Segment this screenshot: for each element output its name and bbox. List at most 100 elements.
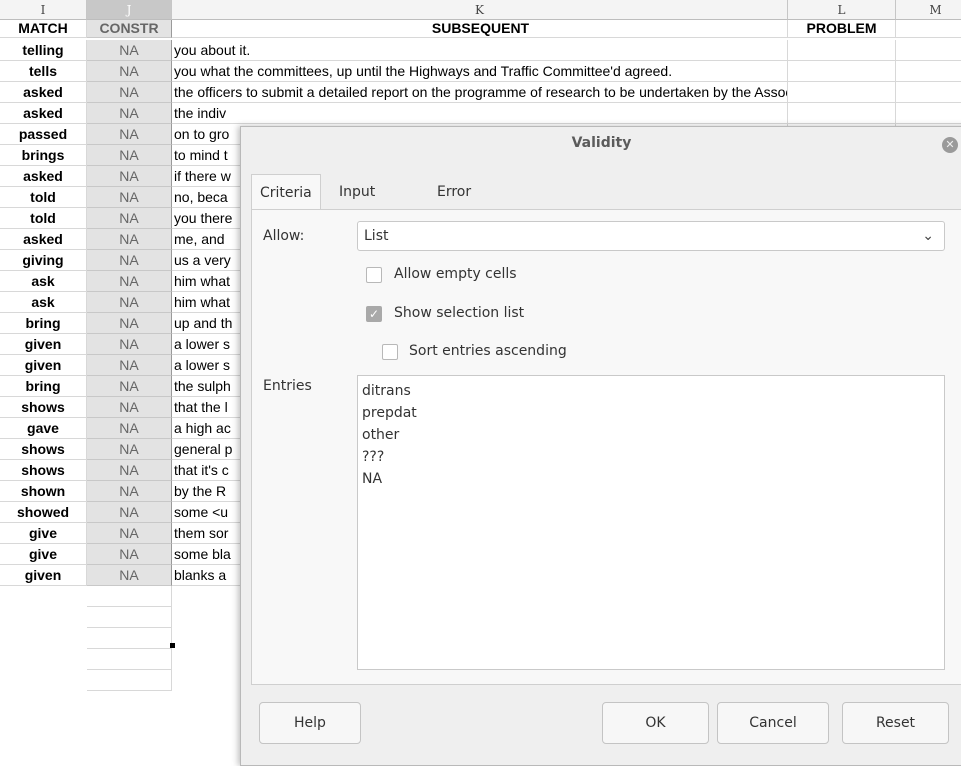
cell-constr[interactable]: NA — [87, 82, 172, 103]
cell-match[interactable]: brings — [0, 145, 87, 166]
cell-constr[interactable]: NA — [87, 544, 172, 565]
cell-empty[interactable] — [0, 649, 87, 670]
cell-subsequent[interactable]: you what the committees, up until the Hi… — [172, 61, 788, 82]
cell-constr[interactable]: NA — [87, 460, 172, 481]
cell-empty[interactable] — [87, 607, 172, 628]
ok-button[interactable]: OK — [602, 702, 709, 744]
cell-match[interactable]: passed — [0, 124, 87, 145]
help-button[interactable]: Help — [259, 702, 361, 744]
cell-match[interactable]: shown — [0, 481, 87, 502]
cell-match[interactable]: given — [0, 565, 87, 586]
cell-constr[interactable]: NA — [87, 208, 172, 229]
cell-match[interactable]: giving — [0, 250, 87, 271]
cell-constr[interactable]: NA — [87, 376, 172, 397]
tab-input-help[interactable]: Input Help — [339, 174, 375, 236]
cell-empty[interactable] — [0, 628, 87, 649]
cell-constr[interactable]: NA — [87, 418, 172, 439]
cell-empty[interactable] — [87, 628, 172, 649]
cell-constr[interactable]: NA — [87, 229, 172, 250]
cell-constr[interactable]: NA — [87, 145, 172, 166]
cell-constr[interactable]: NA — [87, 292, 172, 313]
cell-constr[interactable]: NA — [87, 61, 172, 82]
cell-m[interactable] — [896, 40, 961, 61]
sort-entries-checkbox[interactable] — [382, 344, 398, 360]
cell-match[interactable]: asked — [0, 82, 87, 103]
cell-constr[interactable]: NA — [87, 187, 172, 208]
cell-match[interactable]: telling — [0, 40, 87, 61]
cell-constr[interactable]: NA — [87, 124, 172, 145]
cell-empty[interactable] — [87, 670, 172, 691]
close-icon[interactable]: ✕ — [942, 137, 958, 153]
cell-match[interactable]: told — [0, 187, 87, 208]
column-header-m[interactable]: M — [896, 0, 961, 20]
entries-textarea[interactable]: ditrans prepdat other ??? NA — [357, 375, 945, 670]
cell-match[interactable]: bring — [0, 313, 87, 334]
cell-constr[interactable]: NA — [87, 523, 172, 544]
cancel-button[interactable]: Cancel — [717, 702, 829, 744]
header-cell-empty[interactable] — [896, 20, 961, 38]
cell-constr[interactable]: NA — [87, 40, 172, 61]
allow-value: List — [364, 228, 389, 244]
cell-match[interactable]: given — [0, 334, 87, 355]
cell-m[interactable] — [896, 103, 961, 124]
cell-match[interactable]: ask — [0, 292, 87, 313]
cell-constr[interactable]: NA — [87, 334, 172, 355]
cell-m[interactable] — [896, 82, 961, 103]
cell-empty[interactable] — [87, 586, 172, 607]
cell-m[interactable] — [896, 61, 961, 82]
cell-match[interactable]: give — [0, 523, 87, 544]
column-header-l[interactable]: L — [788, 0, 896, 20]
header-cell-constr[interactable]: CONSTR — [87, 20, 172, 38]
cell-constr[interactable]: NA — [87, 481, 172, 502]
cell-match[interactable]: bring — [0, 376, 87, 397]
cell-match[interactable]: asked — [0, 166, 87, 187]
cell-constr[interactable]: NA — [87, 271, 172, 292]
cell-problem[interactable] — [788, 82, 896, 103]
cell-match[interactable]: told — [0, 208, 87, 229]
header-cell-subsequent[interactable]: SUBSEQUENT — [172, 20, 788, 38]
cell-problem[interactable] — [788, 40, 896, 61]
cell-match[interactable]: shows — [0, 397, 87, 418]
cell-empty[interactable] — [0, 607, 87, 628]
reset-button[interactable]: Reset — [842, 702, 949, 744]
cell-problem[interactable] — [788, 61, 896, 82]
cell-constr[interactable]: NA — [87, 313, 172, 334]
cell-match[interactable]: give — [0, 544, 87, 565]
cell-match[interactable]: gave — [0, 418, 87, 439]
cell-subsequent[interactable]: the officers to submit a detailed report… — [172, 82, 788, 103]
show-selection-list-checkbox[interactable]: ✓ — [366, 306, 382, 322]
tab-error-alert[interactable]: Error Alert — [437, 174, 471, 236]
cell-constr[interactable]: NA — [87, 355, 172, 376]
cell-subsequent[interactable]: the indiv — [172, 103, 788, 124]
cell-match[interactable]: shows — [0, 439, 87, 460]
cell-empty[interactable] — [0, 586, 87, 607]
dialog-titlebar[interactable]: Validity ✕ — [241, 127, 961, 163]
cell-match[interactable]: asked — [0, 103, 87, 124]
tab-criteria[interactable]: Criteria — [251, 174, 321, 210]
cell-constr[interactable]: NA — [87, 397, 172, 418]
cell-match[interactable]: shows — [0, 460, 87, 481]
cell-constr[interactable]: NA — [87, 250, 172, 271]
column-header-k[interactable]: K — [172, 0, 788, 20]
cell-match[interactable]: asked — [0, 229, 87, 250]
cell-constr[interactable]: NA — [87, 502, 172, 523]
cell-empty[interactable] — [0, 670, 87, 691]
cell-constr[interactable]: NA — [87, 439, 172, 460]
cell-constr[interactable]: NA — [87, 565, 172, 586]
allow-select[interactable]: List ⌄ — [357, 221, 945, 251]
cell-subsequent[interactable]: you about it. — [172, 40, 788, 61]
cell-problem[interactable] — [788, 103, 896, 124]
header-cell-problem[interactable]: PROBLEM — [788, 20, 896, 38]
cell-constr[interactable]: NA — [87, 166, 172, 187]
cell-match[interactable]: showed — [0, 502, 87, 523]
column-header-i[interactable]: I — [0, 0, 87, 20]
header-cell-match[interactable]: MATCH — [0, 20, 87, 38]
cell-empty[interactable] — [87, 649, 172, 670]
cell-match[interactable]: given — [0, 355, 87, 376]
cell-match[interactable]: tells — [0, 61, 87, 82]
cell-match[interactable]: ask — [0, 271, 87, 292]
allow-empty-cells-checkbox[interactable] — [366, 267, 382, 283]
cell-constr[interactable]: NA — [87, 103, 172, 124]
fill-handle[interactable] — [170, 643, 175, 648]
column-header-j[interactable]: J — [87, 0, 172, 20]
